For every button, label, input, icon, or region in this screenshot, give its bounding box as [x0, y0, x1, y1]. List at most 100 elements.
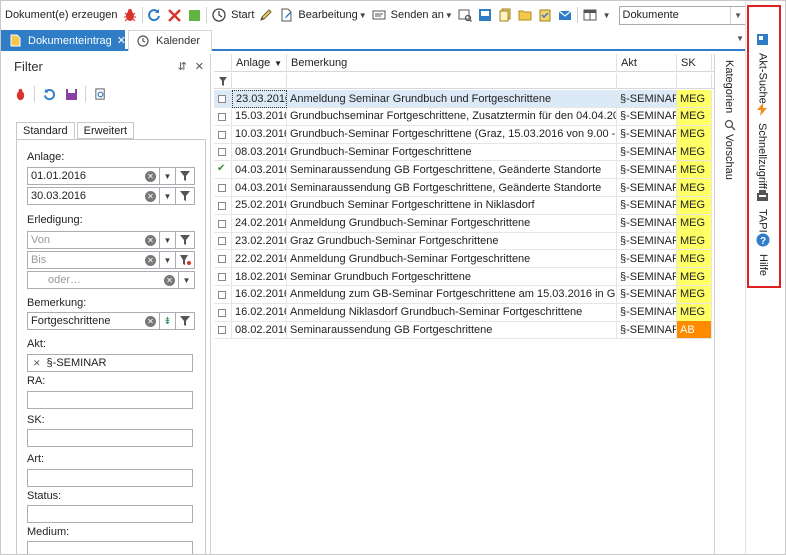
scan-icon[interactable]	[477, 7, 493, 23]
pencil-icon[interactable]	[258, 7, 274, 23]
close-icon[interactable]: ✕	[117, 34, 126, 47]
row-checkbox[interactable]	[218, 184, 226, 192]
column-anlage[interactable]: Anlage ▼	[232, 54, 287, 72]
table-row[interactable]: 08.02.2016 Seminaraussendung GB Fortgesch…	[214, 321, 714, 340]
hilfe-button[interactable]: ? Hilfe	[756, 233, 770, 276]
filter-funnel-icon[interactable]	[176, 251, 195, 269]
filter-mode-icon[interactable]: ⇟	[160, 312, 176, 330]
tab-dokumenteintrag[interactable]: Dokumenteintrag ✕	[1, 30, 126, 51]
tapi-button[interactable]: TAPI	[756, 189, 769, 233]
refresh-icon[interactable]	[146, 7, 162, 23]
erledigung-to-input[interactable]: Bis ✕	[27, 251, 160, 269]
folder-icon[interactable]	[517, 7, 533, 23]
erledigung-from-input[interactable]: Von ✕	[27, 231, 160, 249]
row-checkbox[interactable]	[218, 237, 226, 246]
preview-window-icon[interactable]	[457, 7, 473, 23]
status-input[interactable]	[27, 505, 193, 523]
filter-funnel-icon[interactable]	[176, 312, 195, 330]
create-document-button[interactable]: Dokument(e) erzeugen	[5, 9, 118, 21]
row-checkbox[interactable]	[218, 148, 226, 157]
reset-icon[interactable]	[41, 86, 57, 102]
filter-funnel-icon[interactable]	[176, 231, 195, 249]
clear-icon[interactable]: ✕	[145, 255, 156, 266]
filter-funnel-icon[interactable]	[176, 187, 195, 205]
table-row[interactable]: 04.03.2016 Seminaraussendung GB Fortgesch…	[214, 179, 714, 197]
column-akt[interactable]: Akt	[617, 54, 677, 72]
table-row[interactable]: 22.02.2016 Anmeldung Grundbuch-Seminar Fo…	[214, 250, 714, 269]
tab-list-dropdown-icon[interactable]: ▼	[736, 34, 744, 43]
pin-icon[interactable]: ⇵	[178, 60, 187, 73]
chevron-down-icon[interactable]: ▼	[160, 187, 176, 205]
table-row[interactable]: 16.02.2016 Anmeldung zum GB-Seminar Fortg…	[214, 285, 714, 304]
medium-input[interactable]	[27, 541, 193, 554]
clipboard-check-icon[interactable]	[537, 7, 553, 23]
row-checkbox[interactable]	[218, 95, 226, 103]
akt-suche-button[interactable]: Akt-Suche	[756, 33, 769, 104]
anlage-from-input[interactable]: 01.01.2016 ✕	[27, 167, 160, 185]
kategorien-tab[interactable]: Kategorien	[723, 60, 735, 113]
row-checkbox[interactable]	[218, 290, 226, 299]
chevron-down-icon[interactable]: ▼	[160, 231, 176, 249]
row-checkbox[interactable]	[218, 255, 226, 264]
row-checkbox[interactable]	[218, 273, 226, 281]
table-row[interactable]: 23.03.2016 Anmeldung Seminar Grundbuch un…	[214, 90, 714, 108]
filter-funnel-icon[interactable]	[176, 167, 195, 185]
table-row[interactable]: 15.03.2016 Grundbuchseminar Fortgeschritt…	[214, 107, 714, 126]
document-type-select[interactable]: Dokumente ▼	[618, 5, 747, 25]
clear-icon[interactable]: ✕	[145, 191, 156, 202]
bemerkung-input[interactable]: Fortgeschrittene ✕	[27, 312, 160, 330]
send-to-menu-button[interactable]: Senden an▼	[391, 9, 453, 21]
clear-icon[interactable]: ✕	[145, 235, 156, 246]
table-row[interactable]: 10.03.2016 Grundbuch-Seminar Fortgeschrit…	[214, 125, 714, 144]
filter-cell-bemerkung[interactable]	[287, 73, 617, 89]
row-checkbox[interactable]	[218, 326, 226, 335]
copy-document-icon[interactable]	[497, 7, 513, 23]
checkmark-icon[interactable]: ✔	[217, 163, 227, 176]
close-icon[interactable]: ✕	[195, 60, 204, 73]
bug-icon[interactable]	[12, 86, 28, 102]
row-checkbox[interactable]	[218, 219, 226, 228]
tab-standard[interactable]: Standard	[16, 122, 75, 140]
search-document-icon[interactable]	[92, 86, 108, 102]
table-row[interactable]: 23.02.2016 Graz Grundbuch-Seminar Fortges…	[214, 232, 714, 251]
layout-icon[interactable]	[582, 7, 598, 23]
stop-icon[interactable]	[186, 7, 202, 23]
save-icon[interactable]	[63, 86, 79, 102]
tab-kalender[interactable]: Kalender	[128, 30, 212, 51]
row-checkbox[interactable]	[218, 201, 226, 210]
anlage-to-input[interactable]: 30.03.2016 ✕	[27, 187, 160, 205]
table-row[interactable]: 08.03.2016 Grundbuch-Seminar Fortgeschrit…	[214, 143, 714, 162]
column-sk[interactable]: SK	[677, 54, 712, 72]
filter-cell-anlage[interactable]	[232, 73, 287, 89]
row-checkbox[interactable]	[218, 308, 226, 317]
remove-token-icon[interactable]: ✕	[33, 358, 41, 369]
filter-cell-akt[interactable]	[617, 73, 677, 89]
clear-icon[interactable]: ✕	[145, 316, 156, 327]
clear-icon[interactable]: ✕	[145, 171, 156, 182]
layout-dropdown-icon[interactable]: ▼	[603, 11, 611, 20]
table-row[interactable]: 18.02.2016 Seminar Grundbuch Fortgeschrit…	[214, 268, 714, 286]
table-row[interactable]: 16.02.2016 Anmeldung Niklasdorf Grundbuch…	[214, 303, 714, 322]
start-button[interactable]: Start	[231, 9, 254, 21]
mail-icon[interactable]	[557, 7, 573, 23]
chevron-down-icon[interactable]: ▼	[160, 167, 176, 185]
vorschau-tab[interactable]: Vorschau	[723, 134, 735, 180]
chevron-down-icon[interactable]: ▼	[179, 271, 195, 289]
delete-icon[interactable]	[166, 7, 182, 23]
tab-erweitert[interactable]: Erweitert	[76, 122, 135, 139]
sk-input[interactable]	[27, 429, 193, 447]
table-row[interactable]: ✔ 04.03.2016 Seminaraussendung GB Fortgesc…	[214, 161, 714, 180]
row-checkbox[interactable]	[218, 130, 226, 139]
art-input[interactable]	[27, 469, 193, 487]
table-row[interactable]: 24.02.2016 Anmeldung Grundbuch-Seminar Fo…	[214, 214, 714, 233]
erledigung-or-input[interactable]: oder… ✕	[27, 271, 179, 289]
akt-token-input[interactable]: ✕ §-SEMINAR	[27, 354, 193, 372]
clear-icon[interactable]: ✕	[164, 275, 175, 286]
schnellzugriff-button[interactable]: Schnellzugriff	[756, 103, 768, 189]
ra-input[interactable]	[27, 391, 193, 409]
bug-icon[interactable]	[122, 7, 138, 23]
chevron-down-icon[interactable]: ▼	[160, 251, 176, 269]
table-row[interactable]: 25.02.2016 Grundbuch Seminar Fortgeschrit…	[214, 196, 714, 215]
filter-cell-sk[interactable]	[677, 73, 712, 89]
row-checkbox[interactable]	[218, 112, 226, 121]
